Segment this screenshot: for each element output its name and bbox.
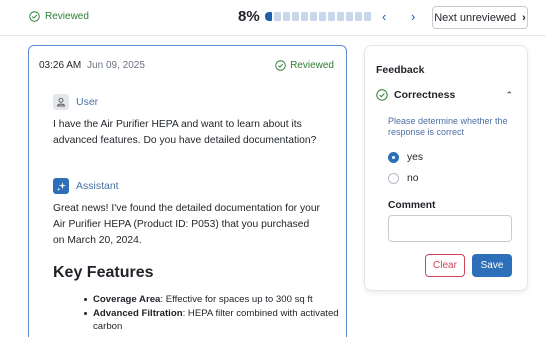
chevron-right-icon[interactable]: › [411, 9, 415, 24]
conversation-time: 03:26 AM [39, 60, 82, 71]
correctness-label: Correctness [394, 89, 456, 101]
progress-segment [364, 12, 371, 21]
user-avatar [53, 94, 69, 110]
progress-percentage: 8% [238, 8, 260, 25]
chevron-up-icon[interactable]: ⌃ [505, 90, 513, 101]
progress-segment [319, 12, 326, 21]
progress-segment [292, 12, 299, 21]
check-circle-icon [29, 11, 40, 22]
progress-bar [265, 12, 371, 21]
sparkles-icon [56, 181, 66, 191]
assistant-avatar [53, 178, 69, 194]
check-circle-icon [275, 60, 286, 71]
conversation-status-label: Reviewed [290, 60, 334, 71]
progress-segment [265, 12, 272, 21]
list-item: Coverage Area: Effective for spaces up t… [84, 293, 343, 306]
radio-option-yes[interactable]: yes [388, 152, 423, 163]
chevron-left-icon[interactable]: ‹ [382, 9, 386, 24]
check-circle-icon [376, 89, 388, 101]
features-list: Coverage Area: Effective for spaces up t… [84, 293, 343, 334]
radio-option-no[interactable]: no [388, 173, 418, 184]
top-bar: Reviewed 8% ‹ › Next unreviewed › [0, 0, 546, 36]
comment-field[interactable] [388, 215, 512, 242]
feature-name: Advanced Filtration [93, 308, 183, 319]
conversation-date: Jun 09, 2025 [87, 60, 145, 71]
conversation-status: Reviewed [275, 60, 334, 71]
conversation-card[interactable]: 03:26 AM Jun 09, 2025 Reviewed User I ha… [28, 45, 347, 337]
next-unreviewed-button[interactable]: Next unreviewed › [432, 6, 528, 29]
feedback-panel: Feedback Correctness ⌃ Please determine … [364, 45, 528, 291]
comment-label: Comment [388, 200, 436, 211]
correctness-section-header[interactable]: Correctness [376, 89, 455, 101]
next-unreviewed-label: Next unreviewed [434, 11, 517, 24]
key-features-heading: Key Features [53, 264, 154, 281]
clear-button[interactable]: Clear [425, 254, 465, 277]
assistant-role-header: Assistant [53, 178, 119, 194]
user-icon [57, 97, 65, 107]
radio-label: yes [407, 152, 424, 163]
assistant-role-label: Assistant [76, 180, 119, 192]
user-role-header: User [53, 94, 98, 110]
radio-button[interactable] [388, 173, 399, 184]
review-status-label: Reviewed [45, 11, 89, 22]
radio-label: no [407, 173, 419, 184]
progress-segment [337, 12, 344, 21]
review-status: Reviewed [29, 11, 89, 22]
feature-desc: : Effective for spaces up to 300 sq ft [160, 294, 313, 305]
radio-button[interactable] [388, 152, 399, 163]
save-button[interactable]: Save [472, 254, 512, 277]
progress-segment [355, 12, 362, 21]
user-role-label: User [76, 96, 99, 108]
chevron-right-icon: › [522, 11, 526, 24]
progress-segment [310, 12, 317, 21]
feedback-title: Feedback [376, 64, 425, 76]
progress-segment [283, 12, 290, 21]
progress-segment [328, 12, 335, 21]
feature-name: Coverage Area [93, 294, 161, 305]
progress-segment [301, 12, 308, 21]
assistant-message: Great news! I've found the detailed docu… [53, 203, 320, 246]
conversation-timestamp: 03:26 AM Jun 09, 2025 [39, 60, 145, 71]
correctness-description: Please determine whether the response is… [388, 116, 508, 137]
list-item: Advanced Filtration: HEPA filter combine… [84, 307, 343, 333]
user-message: I have the Air Purifier HEPA and want to… [53, 119, 317, 146]
progress-segment [346, 12, 353, 21]
progress-segment [274, 12, 281, 21]
